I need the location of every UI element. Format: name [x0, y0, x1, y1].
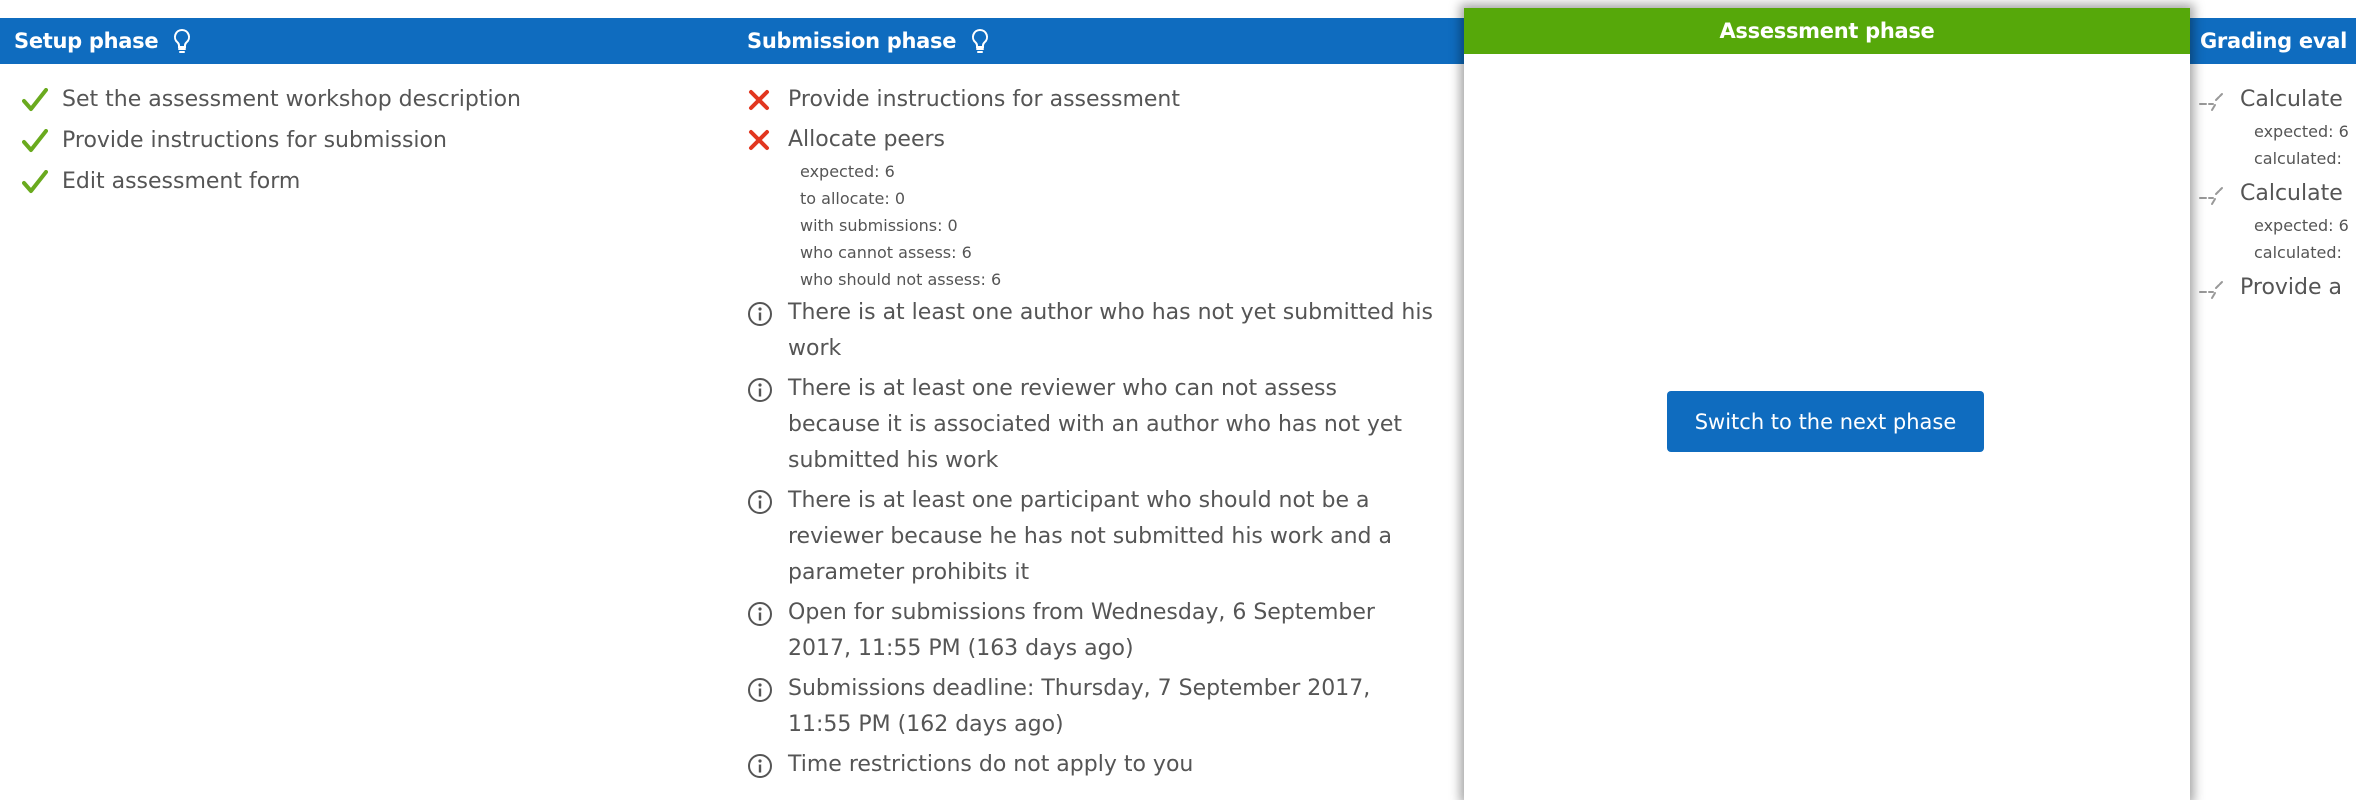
detail-line: expected: 6 [2254, 122, 2349, 141]
info-label: Open for submissions from Wednesday, 6 S… [788, 600, 1375, 661]
grading-task-list-3: Provide a [2190, 270, 2356, 306]
pending-check-icon [2198, 90, 2228, 126]
lightbulb-icon[interactable] [172, 28, 192, 54]
detail-line: calculated: [2254, 149, 2342, 168]
info-item: Time restrictions do not apply to you [733, 747, 1464, 783]
task-item[interactable]: Calculate [2190, 82, 2356, 118]
task-item[interactable]: Allocate peers [733, 122, 1464, 158]
info-item: There is at least one participant who sh… [733, 483, 1464, 591]
task-item[interactable]: Provide a [2190, 270, 2356, 306]
info-label: Submissions deadline: Thursday, 7 Septem… [788, 676, 1371, 737]
task-label: Calculate [2240, 181, 2343, 206]
task-label: Provide a [2240, 275, 2343, 300]
grading-task-list-2: Calculate [2190, 176, 2356, 212]
task-item[interactable]: Provide instructions for assessment [733, 82, 1464, 118]
detail-line: expected: 6 [800, 162, 895, 181]
checkmark-icon [22, 88, 48, 124]
submission-task-list: Provide instructions for assessment Allo… [733, 82, 1464, 158]
info-icon [747, 301, 773, 339]
detail-line: with submissions: 0 [800, 216, 958, 235]
info-label: There is at least one reviewer who can n… [788, 376, 1403, 473]
grading-phase-header: Grading eval [2190, 18, 2356, 64]
grading-details: expected: 6 calculated: [2190, 118, 2356, 172]
cross-icon [747, 88, 771, 124]
detail-line: expected: 6 [2254, 216, 2349, 235]
info-item: Open for submissions from Wednesday, 6 S… [733, 595, 1464, 667]
info-icon [747, 601, 773, 639]
task-label: Allocate peers [788, 127, 946, 152]
checkmark-icon [22, 129, 48, 165]
task-label: Provide instructions for assessment [788, 87, 1180, 112]
task-label: Edit assessment form [62, 169, 301, 194]
workshop-phase-board: Setup phase Set the assessment workshop … [0, 0, 2356, 800]
checkmark-icon [22, 170, 48, 206]
grading-task-list: Calculate [2190, 82, 2356, 118]
info-item: There is at least one reviewer who can n… [733, 371, 1464, 479]
grading-phase-title: Grading eval [2200, 29, 2347, 53]
info-icon [747, 489, 773, 527]
detail-line: to allocate: 0 [800, 189, 906, 208]
lightbulb-icon[interactable] [970, 28, 990, 54]
assessment-phase-header: Assessment phase [1464, 8, 2190, 54]
submission-phase-column: Submission phase Provide instructions fo… [733, 0, 1464, 800]
info-icon [747, 677, 773, 715]
info-icon [747, 377, 773, 415]
detail-line: calculated: [2254, 243, 2342, 262]
submission-phase-header: Submission phase [733, 18, 1464, 64]
task-item[interactable]: Edit assessment form [0, 164, 733, 205]
task-item[interactable]: Set the assessment workshop description [0, 82, 733, 123]
switch-to-next-phase-button[interactable]: Switch to the next phase [1667, 391, 1984, 452]
info-item: There is at least one author who has not… [733, 295, 1464, 367]
setup-task-list: Set the assessment workshop description … [0, 82, 733, 205]
setup-phase-column: Setup phase Set the assessment workshop … [0, 0, 733, 800]
info-label: There is at least one author who has not… [788, 300, 1433, 361]
grading-details: expected: 6 calculated: [2190, 212, 2356, 266]
allocation-details: expected: 6 to allocate: 0 with submissi… [733, 158, 1464, 293]
info-item: Submissions deadline: Thursday, 7 Septem… [733, 671, 1464, 743]
info-label: Time restrictions do not apply to you [788, 752, 1194, 777]
setup-phase-header: Setup phase [0, 18, 733, 64]
pending-check-icon [2198, 278, 2228, 314]
assessment-phase-title: Assessment phase [1719, 19, 1935, 43]
setup-phase-title: Setup phase [14, 29, 159, 53]
grading-evaluation-column: Grading eval Calculate expected: 6 calcu… [2190, 0, 2356, 800]
task-item[interactable]: Provide instructions for submission [0, 123, 733, 164]
task-item[interactable]: Calculate [2190, 176, 2356, 212]
submission-phase-title: Submission phase [747, 29, 957, 53]
task-label: Set the assessment workshop description [62, 87, 521, 112]
pending-check-icon [2198, 184, 2228, 220]
task-label: Provide instructions for submission [62, 128, 447, 153]
submission-info-list: There is at least one author who has not… [733, 295, 1464, 783]
detail-line: who should not assess: 6 [800, 270, 1002, 289]
cross-icon [747, 128, 771, 164]
info-icon [747, 753, 773, 791]
task-label: Calculate [2240, 87, 2343, 112]
detail-line: who cannot assess: 6 [800, 243, 972, 262]
assessment-phase-column: Assessment phase Switch to the next phas… [1464, 8, 2190, 800]
info-label: There is at least one participant who sh… [788, 488, 1392, 585]
